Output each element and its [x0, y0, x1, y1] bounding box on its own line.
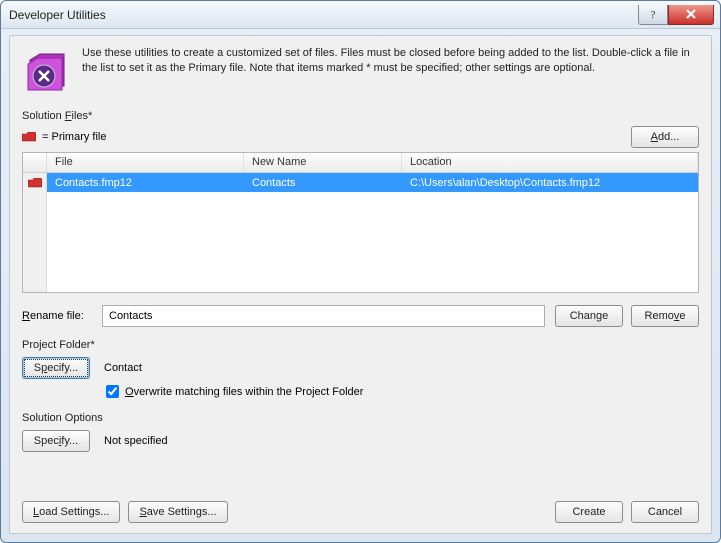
- overwrite-label: Overwrite matching files within the Proj…: [125, 386, 363, 398]
- cell-newname: Contacts: [244, 175, 402, 191]
- table-gutter: [23, 153, 47, 292]
- footer: Load Settings... Save Settings... Create…: [22, 501, 699, 523]
- folder-icon: [22, 132, 36, 142]
- primary-legend-text: = Primary file: [42, 131, 107, 143]
- add-button[interactable]: Add...: [631, 126, 699, 148]
- rename-input[interactable]: [102, 305, 545, 327]
- project-folder-path: Contact: [104, 362, 142, 374]
- files-table: File New Name Location Contacts.fmp12 Co…: [22, 152, 699, 293]
- intro: Use these utilities to create a customiz…: [22, 46, 699, 96]
- specify-options-button[interactable]: Specify...: [22, 430, 90, 452]
- svg-text:?: ?: [651, 9, 656, 20]
- primary-marker: [23, 173, 46, 192]
- primary-legend: = Primary file: [22, 131, 107, 143]
- project-folder-label: Project Folder*: [22, 339, 699, 351]
- col-file[interactable]: File: [47, 153, 244, 172]
- rename-row: Rename file: Change Remove: [22, 305, 699, 327]
- specify-folder-button[interactable]: Specify...: [22, 357, 90, 379]
- client-area: Use these utilities to create a customiz…: [9, 35, 712, 534]
- overwrite-checkbox[interactable]: [106, 385, 119, 398]
- create-button[interactable]: Create: [555, 501, 623, 523]
- close-icon: [685, 8, 697, 20]
- table-row[interactable]: Contacts.fmp12 Contacts C:\Users\alan\De…: [47, 173, 698, 192]
- change-button[interactable]: Change: [555, 305, 623, 327]
- cell-location: C:\Users\alan\Desktop\Contacts.fmp12: [402, 175, 698, 191]
- help-button[interactable]: ?: [638, 5, 668, 25]
- folder-icon: [28, 178, 42, 188]
- solution-options-status: Not specified: [104, 435, 168, 447]
- save-settings-button[interactable]: Save Settings...: [128, 501, 227, 523]
- window: Developer Utilities ? Use these utiliti: [0, 0, 721, 543]
- solution-options-label: Solution Options: [22, 412, 699, 424]
- solution-files-label: Solution Files*: [22, 110, 699, 122]
- load-settings-button[interactable]: Load Settings...: [22, 501, 120, 523]
- titlebar: Developer Utilities ?: [1, 1, 720, 29]
- solution-options-row: Specify... Not specified: [22, 430, 699, 452]
- help-icon: ?: [648, 8, 658, 20]
- remove-button[interactable]: Remove: [631, 305, 699, 327]
- cancel-button[interactable]: Cancel: [631, 501, 699, 523]
- col-location[interactable]: Location: [402, 153, 698, 172]
- project-folder-row: Specify... Contact: [22, 357, 699, 379]
- table-header: File New Name Location: [47, 153, 698, 173]
- rename-label: Rename file:: [22, 310, 92, 322]
- overwrite-row: Overwrite matching files within the Proj…: [106, 385, 699, 398]
- cell-file: Contacts.fmp12: [47, 175, 244, 191]
- solution-files-header: = Primary file Add...: [22, 126, 699, 148]
- close-button[interactable]: [668, 5, 714, 25]
- titlebar-buttons: ?: [638, 5, 714, 25]
- intro-text: Use these utilities to create a customiz…: [82, 46, 699, 96]
- window-title: Developer Utilities: [9, 8, 638, 22]
- col-newname[interactable]: New Name: [244, 153, 402, 172]
- table-body: File New Name Location Contacts.fmp12 Co…: [47, 153, 698, 292]
- app-icon: [22, 46, 72, 96]
